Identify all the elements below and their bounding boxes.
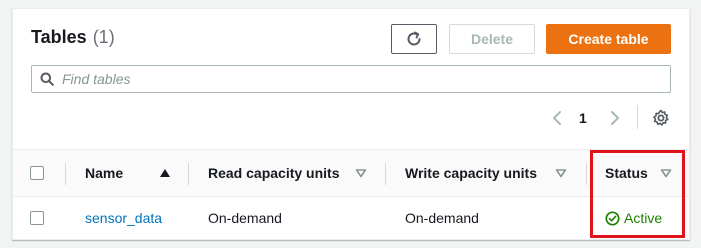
search-icon — [32, 72, 62, 86]
select-all-cell — [30, 150, 44, 196]
next-page-button[interactable] — [605, 107, 625, 129]
sort-icon — [355, 169, 367, 178]
table-name-link[interactable]: sensor_data — [85, 210, 162, 226]
sort-icon — [660, 169, 672, 178]
pager-divider — [637, 105, 638, 129]
table-name-cell: sensor_data — [85, 197, 162, 239]
column-header-write-capacity[interactable]: Write capacity units — [405, 150, 575, 196]
tables-panel: Tables(1) Delete Create table 1 — [12, 8, 690, 240]
table-count: (1) — [92, 27, 115, 47]
column-header-status[interactable]: Status — [605, 150, 685, 196]
page-title: Tables (1) — [31, 27, 115, 48]
sort-icon — [555, 169, 567, 178]
title-text: Tables — [31, 27, 87, 47]
create-table-button[interactable]: Create table — [546, 24, 671, 54]
column-divider — [65, 163, 66, 185]
refresh-button[interactable] — [391, 24, 437, 54]
column-header-name[interactable]: Name — [85, 150, 185, 196]
column-divider — [188, 163, 189, 185]
search-field[interactable] — [31, 65, 671, 93]
preferences-button[interactable] — [650, 107, 672, 129]
select-all-checkbox[interactable] — [30, 166, 44, 180]
chevron-right-icon — [611, 111, 619, 125]
chevron-left-icon — [553, 111, 561, 125]
status-badge: Active — [605, 210, 662, 226]
status-text: Active — [624, 210, 663, 226]
row-select-cell — [30, 197, 44, 239]
column-header-read-capacity[interactable]: Read capacity units — [208, 150, 373, 196]
delete-button[interactable]: Delete — [449, 24, 535, 54]
column-read-capacity-label: Read capacity units — [208, 165, 340, 181]
row-checkbox[interactable] — [30, 211, 44, 225]
search-input[interactable] — [62, 66, 670, 92]
column-write-capacity-label: Write capacity units — [405, 165, 538, 181]
table-row: sensor_data On-demand On-demand Active — [13, 197, 689, 239]
page-number[interactable]: 1 — [579, 110, 587, 126]
write-capacity-cell: On-demand — [405, 210, 479, 226]
column-divider — [586, 163, 587, 185]
sort-ascending-icon — [160, 169, 170, 177]
status-cell: Active — [605, 197, 662, 239]
column-divider — [385, 163, 386, 185]
column-name-label: Name — [85, 165, 124, 181]
table-header: Name Read capacity units Write capacity … — [13, 149, 689, 197]
column-status-label: Status — [605, 165, 648, 181]
gear-icon — [653, 109, 669, 126]
check-circle-icon — [605, 210, 620, 226]
previous-page-button[interactable] — [547, 107, 567, 129]
read-capacity-cell: On-demand — [208, 210, 282, 226]
refresh-icon — [407, 31, 421, 46]
